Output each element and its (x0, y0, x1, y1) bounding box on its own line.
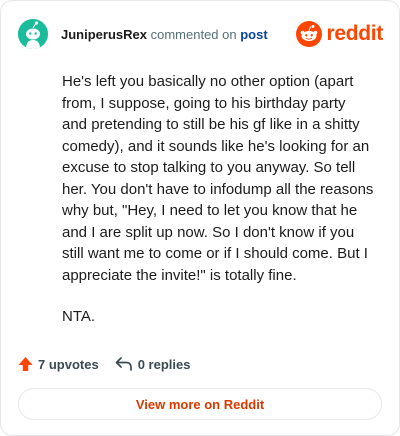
action-text: commented on (150, 27, 237, 42)
user-avatar[interactable] (18, 19, 48, 49)
post-link[interactable]: post (240, 27, 267, 42)
upvote-count: 7 upvotes (38, 356, 99, 372)
snoo-avatar-icon (18, 19, 48, 49)
comment-body: He's left you basically no other option … (62, 71, 374, 348)
reddit-snoo-icon (296, 21, 323, 47)
comment-meta: JuniperusRex commented on post (61, 27, 268, 42)
username-link[interactable]: JuniperusRex (61, 27, 147, 42)
reddit-wordmark: reddit (326, 22, 383, 45)
comment-actions: 7 upvotes 0 replies (18, 354, 190, 374)
upvote-arrow-icon (18, 357, 33, 371)
reply-arrow-icon (115, 357, 132, 371)
reddit-logo[interactable]: reddit (296, 20, 383, 48)
comment-paragraph: NTA. (62, 308, 96, 325)
replies-button[interactable]: 0 replies (115, 356, 191, 372)
reply-count: 0 replies (137, 356, 191, 372)
reddit-embed-card: JuniperusRex commented on post reddit He… (0, 0, 400, 436)
view-more-button[interactable]: View more on Reddit (18, 388, 382, 420)
comment-header: JuniperusRex commented on post reddit (18, 19, 383, 49)
comment-paragraph: He's left you basically no other option … (62, 73, 374, 284)
upvote-button[interactable]: 7 upvotes (18, 356, 99, 372)
